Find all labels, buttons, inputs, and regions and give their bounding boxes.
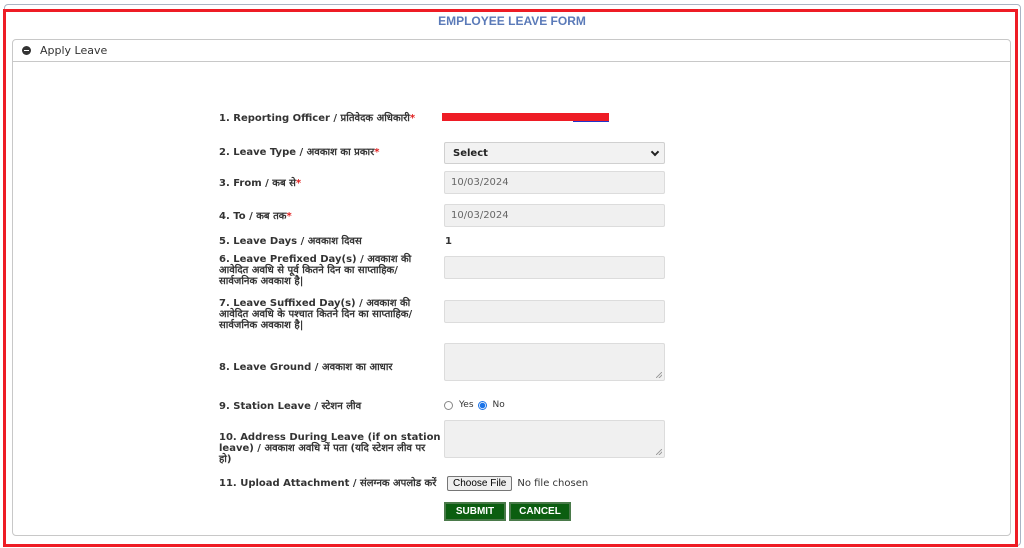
from-date-input[interactable]: 10/03/2024 (444, 171, 665, 194)
leave-type-label: 2. Leave Type / अवकाश का प्रकार* (219, 147, 380, 158)
panel-header-label: Apply Leave (40, 44, 108, 57)
file-status: No file chosen (517, 478, 589, 489)
choose-file-button[interactable]: Choose File (447, 476, 513, 491)
leave-ground-textarea[interactable] (444, 343, 665, 381)
station-leave-yes-radio[interactable] (444, 400, 453, 410)
station-leave-radio-group: Yes No (444, 400, 509, 410)
suffixed-days-label: 7. Leave Suffixed Day(s) / अवकाश की आवेद… (219, 298, 413, 331)
file-upload: Choose File No file chosen (447, 476, 588, 491)
leave-type-select[interactable]: Select (444, 142, 665, 164)
to-date-label: 4. To / कब तक* (219, 211, 292, 222)
reporting-officer-link[interactable] (573, 121, 609, 122)
prefixed-days-label: 6. Leave Prefixed Day(s) / अवकाश की आवेद… (219, 254, 412, 287)
from-date-label: 3. From / कब से* (219, 178, 302, 189)
station-leave-yes-label[interactable]: Yes (459, 400, 474, 410)
upload-attachment-label: 11. Upload Attachment / संलग्नक अपलोड कर… (219, 478, 437, 489)
station-leave-no-label[interactable]: No (493, 400, 505, 410)
minus-circle-icon[interactable] (22, 46, 31, 55)
leave-type-value: Select (453, 147, 488, 159)
address-during-leave-textarea[interactable] (444, 420, 665, 458)
leave-ground-label: 8. Leave Ground / अवकाश का आधार (219, 362, 393, 373)
station-leave-no-radio[interactable] (477, 400, 487, 410)
leave-days-label: 5. Leave Days / अवकाश दिवस (219, 236, 362, 247)
to-date-input[interactable]: 10/03/2024 (444, 204, 665, 227)
reporting-officer-redacted (442, 113, 609, 121)
submit-button[interactable]: SUBMIT (444, 502, 506, 521)
address-during-leave-label: 10. Address During Leave (if on station … (219, 432, 441, 465)
prefixed-days-input[interactable] (444, 256, 665, 279)
suffixed-days-input[interactable] (444, 300, 665, 323)
panel-header[interactable]: Apply Leave (13, 40, 1010, 62)
reporting-officer-label: 1. Reporting Officer / प्रतिवेदक अधिकारी… (219, 113, 416, 124)
leave-days-value: 1 (445, 236, 452, 247)
page-title: EMPLOYEE LEAVE FORM (438, 14, 586, 28)
cancel-button[interactable]: CANCEL (509, 502, 571, 521)
chevron-down-icon (650, 147, 660, 156)
station-leave-label: 9. Station Leave / स्टेशन लीव (219, 401, 362, 412)
